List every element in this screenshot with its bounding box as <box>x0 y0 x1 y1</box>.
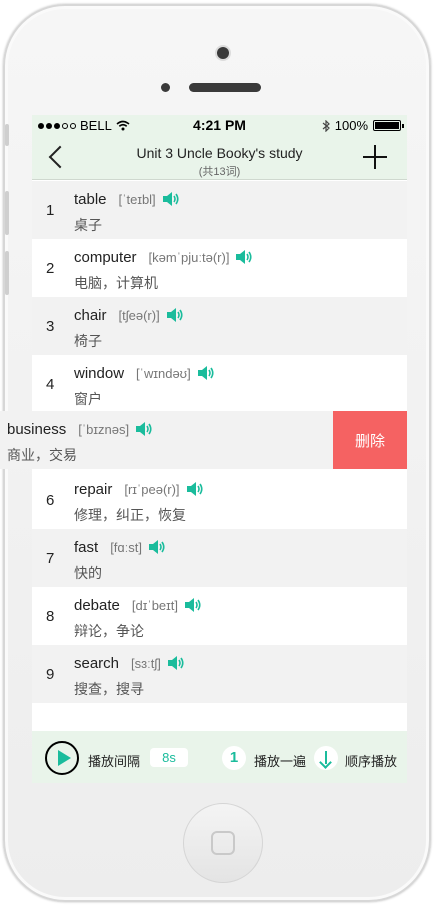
word-line: window [ˈwɪndəʊ] <box>74 365 215 385</box>
volume-down-button <box>5 251 9 295</box>
interval-label: 播放间隔 <box>88 754 141 769</box>
repeat-count-badge[interactable]: 1 <box>222 746 246 770</box>
status-bar: BELL 4:21 PM 100% <box>32 115 407 135</box>
mute-switch <box>5 124 9 146</box>
play-icon <box>57 750 71 766</box>
phonetic-text: [sɜːtʃ] <box>131 656 161 671</box>
phonetic-text: [dɪˈbeɪt] <box>131 598 178 613</box>
row-number: 1 <box>46 202 55 219</box>
order-button[interactable] <box>314 746 338 770</box>
home-button[interactable] <box>183 803 263 883</box>
word-text: computer <box>74 249 137 266</box>
volume-up-button <box>5 191 9 235</box>
word-line: debate [dɪˈbeɪt] <box>74 597 202 617</box>
battery-icon <box>373 120 404 131</box>
order-label: 顺序播放 <box>345 754 398 769</box>
app-screen: BELL 4:21 PM 100% Unit 3 Uncle Booky's s… <box>0 115 407 783</box>
word-row[interactable]: 9 search [sɜːtʃ] 搜查，搜寻 <box>32 645 407 703</box>
word-count: (共13词) <box>198 166 241 178</box>
word-row[interactable]: 2 computer [kəmˈpjuːtə(r)] 电脑，计算机 <box>32 239 407 297</box>
word-text: search <box>74 655 120 672</box>
word-text: fast <box>74 539 99 556</box>
word-meaning: 商业，交易 <box>7 447 77 463</box>
word-meaning: 修理，纠正，恢复 <box>74 507 186 523</box>
playback-bar: 播放间隔 8s 1 播放一遍 顺序播放 <box>32 721 407 783</box>
row-number: 2 <box>46 260 55 277</box>
word-meaning: 窗户 <box>74 391 102 407</box>
word-meaning: 电脑，计算机 <box>74 275 158 291</box>
word-text: chair <box>74 307 107 324</box>
row-number: 6 <box>46 492 55 509</box>
plus-icon[interactable] <box>363 145 387 169</box>
speaker-icon[interactable] <box>166 307 184 327</box>
phonetic-text: [rɪˈpeə(r)] <box>124 482 180 497</box>
speaker-icon[interactable] <box>197 365 215 385</box>
word-meaning: 椅子 <box>74 333 102 349</box>
repeat-label: 播放一遍 <box>254 754 307 769</box>
speaker-icon[interactable] <box>148 539 166 559</box>
word-text: repair <box>74 481 113 498</box>
word-row[interactable]: 8 debate [dɪˈbeɪt] 辩论，争论 <box>32 587 407 645</box>
phonetic-text: [tʃeə(r)] <box>118 308 160 323</box>
speaker-icon[interactable] <box>186 481 204 501</box>
word-line: chair [tʃeə(r)] <box>74 307 184 327</box>
word-text: window <box>74 365 125 382</box>
phonetic-text: [kəmˈpjuːtə(r)] <box>148 250 230 265</box>
phonetic-text: [fɑːst] <box>110 540 142 555</box>
row-number: 9 <box>46 666 55 683</box>
word-text: debate <box>74 597 120 614</box>
speaker-icon[interactable] <box>167 655 185 675</box>
word-line: fast [fɑːst] <box>74 539 166 559</box>
speaker-icon[interactable] <box>184 597 202 617</box>
interval-value[interactable]: 8s <box>150 748 188 767</box>
row-number: 8 <box>46 608 55 625</box>
word-meaning: 快的 <box>74 565 102 581</box>
speaker-icon[interactable] <box>135 421 153 441</box>
row-number: 4 <box>46 376 55 393</box>
earpiece-speaker <box>189 83 261 92</box>
nav-bar: Unit 3 Uncle Booky's study (共13词) <box>32 135 407 180</box>
word-meaning: 辩论，争论 <box>74 623 144 639</box>
row-number: 3 <box>46 318 55 335</box>
battery-percent: 100% <box>334 118 368 133</box>
word-row[interactable]: 3 chair [tʃeə(r)] 椅子 <box>32 297 407 355</box>
play-button[interactable] <box>45 741 79 775</box>
word-row[interactable]: 7 fast [fɑːst] 快的 <box>32 529 407 587</box>
word-line: search [sɜːtʃ] <box>74 655 185 675</box>
word-line: business [ˈbɪznəs] <box>7 421 153 441</box>
phonetic-text: [ˈwɪndəʊ] <box>136 366 191 381</box>
phonetic-text: [ˈteɪbl] <box>118 192 156 207</box>
word-text: table <box>74 191 107 208</box>
arrow-down-icon <box>325 751 327 764</box>
row-number: 7 <box>46 550 55 567</box>
word-row[interactable]: business [ˈbɪznəs] 商业，交易 删除 <box>0 411 407 469</box>
speaker-icon[interactable] <box>162 191 180 211</box>
word-line: table [ˈteɪbl] <box>74 191 180 211</box>
page-title: Unit 3 Uncle Booky's study <box>136 145 303 161</box>
word-line: repair [rɪˈpeə(r)] <box>74 481 204 501</box>
word-text: business <box>7 421 67 438</box>
word-line: computer [kəmˈpjuːtə(r)] <box>74 249 253 269</box>
word-row[interactable]: 6 repair [rɪˈpeə(r)] 修理，纠正，恢复 <box>32 471 407 529</box>
word-row[interactable]: 4 window [ˈwɪndəʊ] 窗户 <box>32 355 407 413</box>
speaker-icon[interactable] <box>235 249 253 269</box>
delete-button[interactable]: 删除 <box>333 411 407 469</box>
word-row[interactable]: 1 table [ˈteɪbl] 桌子 <box>32 181 407 239</box>
front-camera <box>217 47 229 59</box>
phonetic-text: [ˈbɪznəs] <box>78 422 130 437</box>
bluetooth-icon <box>322 119 330 132</box>
word-meaning: 搜查，搜寻 <box>74 681 144 697</box>
proximity-sensor <box>161 83 170 92</box>
word-meaning: 桌子 <box>74 217 102 233</box>
